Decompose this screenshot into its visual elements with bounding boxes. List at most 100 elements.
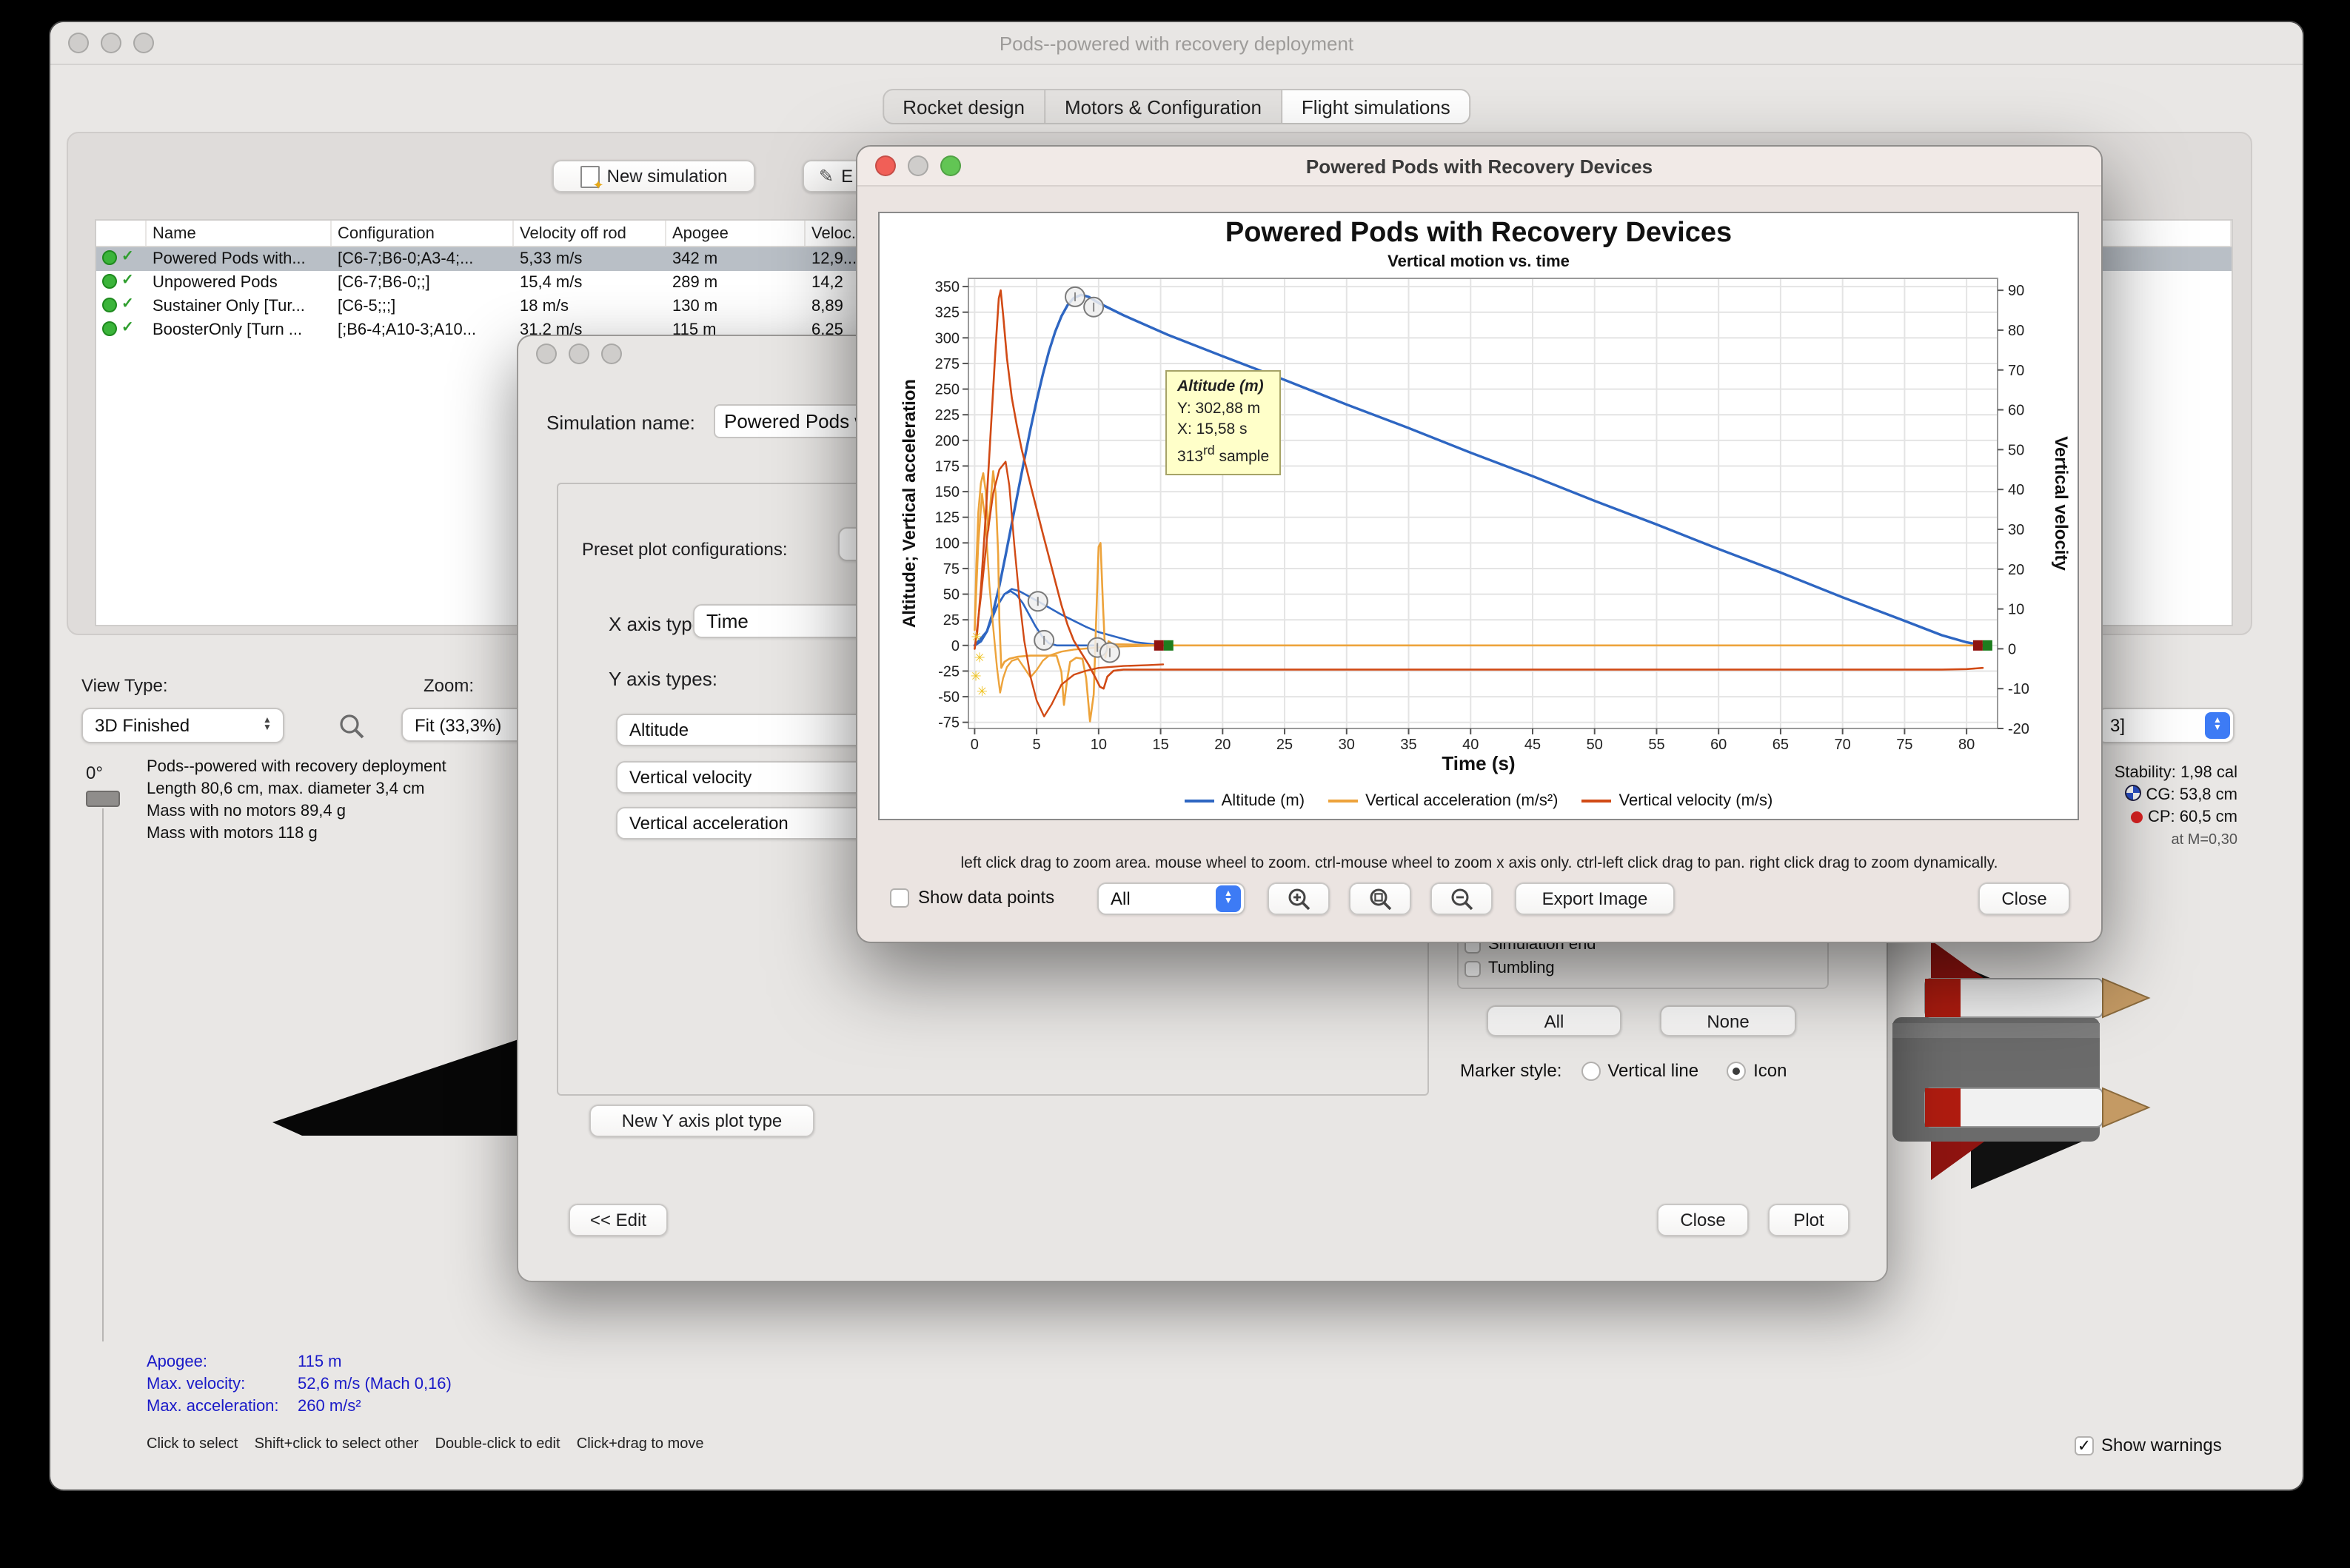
- minimize-window-button[interactable]: [101, 33, 121, 53]
- svg-text:-50: -50: [938, 689, 960, 706]
- marker-vertical-line-radio[interactable]: [1581, 1061, 1601, 1080]
- select-none-events-button[interactable]: None: [1660, 1005, 1796, 1036]
- flight-statistics: Apogee: 115 m Max. velocity: 52,6 m/s (Mac…: [147, 1353, 452, 1415]
- flight-config-select[interactable]: 3] ▲ ▼: [2097, 708, 2234, 743]
- cg-icon: [2125, 785, 2142, 801]
- rotation-slider-track: [102, 808, 104, 1341]
- rotation-value: 0°: [86, 763, 103, 783]
- minimize-window-button[interactable]: [569, 344, 589, 364]
- status-ok-icon: ✓: [102, 297, 134, 313]
- zoom-window-button[interactable]: [940, 155, 961, 176]
- plot-window: Powered Pods with Recovery Devices Power…: [856, 145, 2103, 943]
- main-tabs: Rocket design Motors & Configuration Fli…: [882, 89, 1471, 124]
- svg-text:5: 5: [1033, 737, 1041, 753]
- new-y-axis-plot-type-button[interactable]: New Y axis plot type: [589, 1105, 814, 1137]
- svg-text:10: 10: [2008, 602, 2024, 618]
- main-titlebar[interactable]: Pods--powered with recovery deployment: [50, 22, 2303, 65]
- svg-text:80: 80: [2008, 323, 2024, 339]
- tab-rocket-design[interactable]: Rocket design: [883, 90, 1045, 123]
- svg-text:30: 30: [2008, 522, 2024, 538]
- svg-text:15: 15: [1152, 737, 1168, 753]
- zoom-in-button[interactable]: [1268, 882, 1330, 915]
- svg-text:30: 30: [1339, 737, 1355, 753]
- y-type-vertical-acceleration-select[interactable]: Vertical acceleration: [616, 807, 868, 840]
- svg-text:50: 50: [2008, 442, 2024, 458]
- svg-text:25: 25: [943, 612, 960, 629]
- event-tumbling-checkbox[interactable]: Tumbling: [1464, 959, 1555, 977]
- y-type-vertical-velocity-select[interactable]: Vertical velocity: [616, 761, 868, 794]
- chart-plot-area[interactable]: 0 5 10 15 20 25 30 35 40 45 50 55 60 65 70 75 80 -75 -50 -2…: [880, 213, 2078, 819]
- zoom-window-button[interactable]: [133, 33, 154, 53]
- svg-text:✳: ✳: [971, 669, 982, 683]
- svg-text:125: 125: [935, 510, 960, 526]
- svg-text:50: 50: [943, 587, 960, 603]
- select-all-events-button[interactable]: All: [1487, 1005, 1621, 1036]
- svg-text:75: 75: [1896, 737, 1912, 753]
- svg-text:70: 70: [2008, 363, 2024, 379]
- zoom-reset-button[interactable]: [1349, 882, 1411, 915]
- rocket-pods-render[interactable]: [1842, 925, 2190, 1207]
- svg-text:75: 75: [943, 561, 960, 577]
- chevron-updown-icon: ▲ ▼: [2205, 712, 2230, 739]
- cp-value: CP: 60,5 cm: [2147, 808, 2237, 826]
- plot-controls: Show data points All ▲ ▼ Export Image Cl…: [857, 882, 2101, 915]
- svg-text:225: 225: [935, 407, 960, 423]
- chevron-updown-icon: ▲ ▼: [1216, 885, 1241, 912]
- zoom-window-button[interactable]: [601, 344, 622, 364]
- col-velocity-off-rod[interactable]: Velocity off rod: [514, 221, 666, 246]
- svg-text:90: 90: [2008, 283, 2024, 299]
- plot-titlebar[interactable]: Powered Pods with Recovery Devices: [857, 147, 2101, 187]
- close-window-button[interactable]: [68, 33, 89, 53]
- legend-item: Vertical acceleration (m/s²): [1328, 792, 1559, 810]
- show-warnings-checkbox[interactable]: ✓ Show warnings: [2075, 1435, 2222, 1455]
- svg-text:80: 80: [1958, 737, 1975, 753]
- new-simulation-button[interactable]: New simulation: [552, 160, 755, 193]
- zoom-out-button[interactable]: [1430, 882, 1493, 915]
- plot-usage-hint: left click drag to zoom area. mouse whee…: [960, 854, 1998, 872]
- chevron-updown-icon: ▲ ▼: [263, 717, 272, 733]
- svg-text:✳: ✳: [977, 684, 988, 699]
- plot-close-button[interactable]: Close: [1978, 882, 2070, 915]
- desktop: Pods--powered with recovery deployment R…: [0, 0, 2350, 1568]
- close-window-button[interactable]: [536, 344, 557, 364]
- chart-legend: Altitude (m) Vertical acceleration (m/s²)…: [880, 792, 2078, 810]
- view-type-select[interactable]: 3D Finished ▲ ▼: [81, 708, 284, 743]
- y-type-altitude-select[interactable]: Altitude: [616, 714, 868, 746]
- svg-text:-20: -20: [2008, 721, 2029, 737]
- cg-value: CG: 53,8 cm: [2146, 786, 2238, 804]
- chart[interactable]: Powered Pods with Recovery Devices Verti…: [878, 212, 2079, 820]
- status-ok-icon: ✓: [102, 273, 134, 289]
- marker-icon-radio[interactable]: [1727, 1061, 1747, 1080]
- svg-text:70: 70: [1835, 737, 1851, 753]
- zoom-tool-button[interactable]: [336, 712, 369, 742]
- close-window-button[interactable]: [875, 155, 896, 176]
- rotation-slider-handle[interactable]: [86, 791, 120, 807]
- tab-flight-simulations[interactable]: Flight simulations: [1282, 90, 1470, 123]
- svg-text:100: 100: [935, 535, 960, 552]
- export-image-button[interactable]: Export Image: [1515, 882, 1675, 915]
- window-title: Pods--powered with recovery deployment: [999, 32, 1354, 54]
- svg-text:350: 350: [935, 279, 960, 295]
- minimize-window-button[interactable]: [908, 155, 928, 176]
- col-configuration[interactable]: Configuration: [332, 221, 514, 246]
- marker-style-label: Marker style:: [1460, 1060, 1562, 1081]
- rocket-nose-render[interactable]: [258, 1029, 539, 1147]
- magnifier-plus-icon: [1288, 888, 1310, 911]
- col-apogee[interactable]: Apogee: [666, 221, 806, 246]
- magnifier-icon: [340, 714, 364, 739]
- dialog-plot-button[interactable]: Plot: [1768, 1204, 1849, 1236]
- svg-text:175: 175: [935, 458, 960, 475]
- svg-text:60: 60: [2008, 403, 2024, 419]
- show-data-points-checkbox[interactable]: Show data points: [890, 887, 1054, 908]
- svg-text:40: 40: [1462, 737, 1479, 753]
- tab-motors-configuration[interactable]: Motors & Configuration: [1045, 90, 1282, 123]
- svg-text:55: 55: [1648, 737, 1664, 753]
- svg-text:275: 275: [935, 356, 960, 372]
- dialog-close-button[interactable]: Close: [1657, 1204, 1749, 1236]
- branch-select[interactable]: All ▲ ▼: [1097, 882, 1245, 915]
- checkbox-icon: [1464, 960, 1481, 976]
- pencil-icon: ✎: [819, 166, 834, 187]
- col-name[interactable]: Name: [147, 221, 332, 246]
- edit-mode-button[interactable]: << Edit: [569, 1204, 668, 1236]
- svg-text:50: 50: [1587, 737, 1603, 753]
